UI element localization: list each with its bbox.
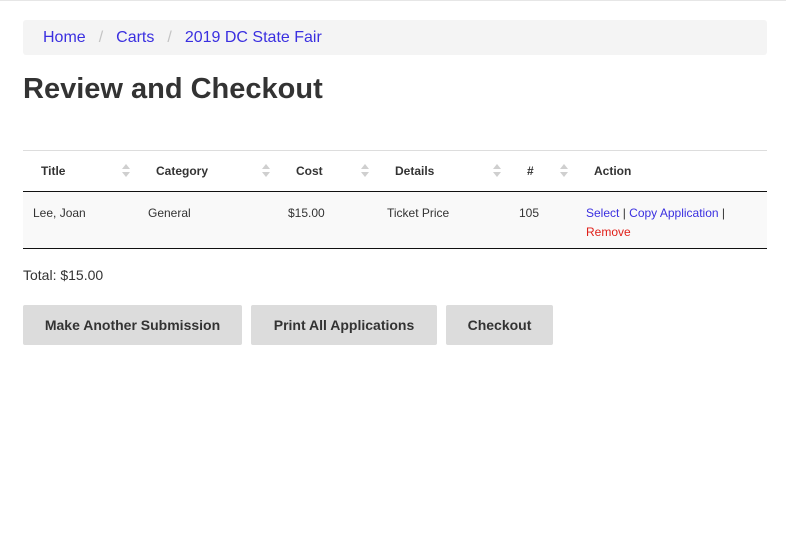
checkout-button[interactable]: Checkout [446, 305, 553, 345]
cart-total: Total: $15.00 [23, 267, 104, 283]
cart-table: Title Category Cost Details # Action Lee… [23, 150, 767, 249]
page-title: Review and Checkout [23, 73, 323, 105]
cell-title: Lee, Joan [23, 191, 138, 249]
column-header-cost[interactable]: Cost [278, 150, 377, 192]
cell-cost: $15.00 [278, 191, 377, 249]
column-header-number[interactable]: # [509, 150, 576, 192]
sort-icon[interactable] [122, 164, 130, 178]
breadcrumb-home-link[interactable]: Home [43, 29, 86, 47]
column-header-title[interactable]: Title [23, 150, 138, 192]
cell-actions: Select | Copy Application | Remove [576, 191, 767, 249]
copy-application-link[interactable]: Copy Application [629, 206, 718, 220]
breadcrumb-separator: / [98, 28, 104, 46]
column-header-label: Details [395, 164, 435, 178]
sort-icon[interactable] [493, 164, 501, 178]
cell-category: General [138, 191, 278, 249]
breadcrumb-carts-link[interactable]: Carts [116, 29, 154, 47]
column-header-action: Action [576, 150, 767, 192]
cell-details: Ticket Price [377, 191, 509, 249]
action-divider: | [622, 206, 626, 220]
sort-icon[interactable] [262, 164, 270, 178]
sort-icon[interactable] [560, 164, 568, 178]
breadcrumb-separator: / [167, 28, 172, 46]
action-divider: | [721, 206, 726, 220]
breadcrumb-cart-link[interactable]: 2019 DC State Fair [185, 29, 322, 47]
remove-link[interactable]: Remove [586, 225, 631, 239]
column-header-label: Category [156, 164, 209, 178]
column-header-label: Title [41, 164, 66, 178]
print-all-applications-button[interactable]: Print All Applications [251, 305, 437, 345]
sort-icon[interactable] [361, 164, 369, 178]
top-divider [0, 0, 786, 1]
cell-number: 105 [509, 191, 576, 249]
make-another-submission-button[interactable]: Make Another Submission [23, 305, 242, 345]
table-header-row: Title Category Cost Details # Action [23, 150, 767, 192]
column-header-label: Action [594, 164, 632, 178]
column-header-category[interactable]: Category [138, 150, 278, 192]
column-header-details[interactable]: Details [377, 150, 509, 192]
breadcrumb: Home / Carts / 2019 DC State Fair [23, 20, 767, 55]
table-row: Lee, Joan General $15.00 Ticket Price 10… [23, 191, 767, 249]
select-link[interactable]: Select [586, 206, 619, 220]
